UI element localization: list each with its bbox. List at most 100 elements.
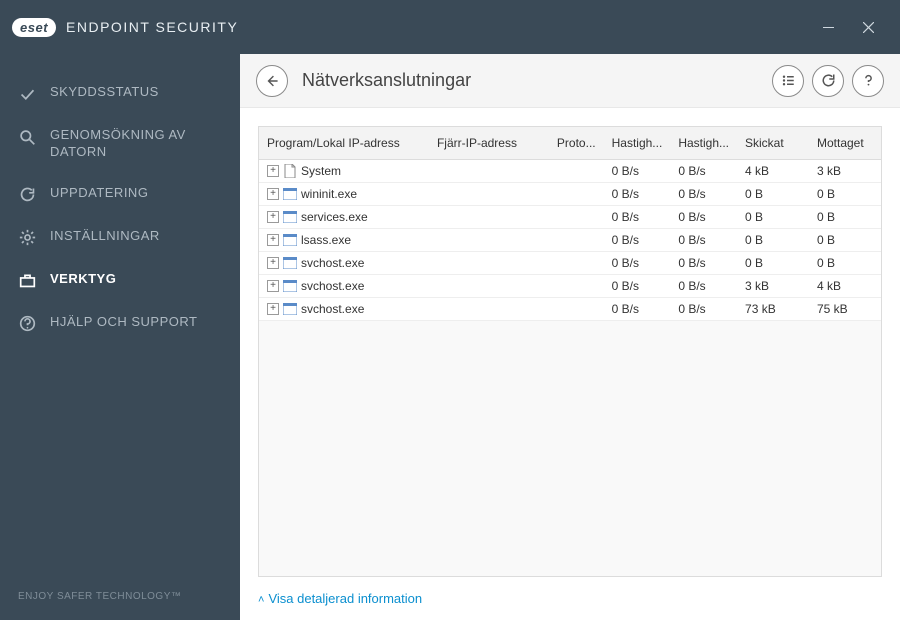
close-icon bbox=[863, 22, 874, 33]
table-row[interactable]: +lsass.exe0 B/s0 B/s0 B0 B bbox=[259, 229, 881, 252]
table-row[interactable]: +services.exe0 B/s0 B/s0 B0 B bbox=[259, 206, 881, 229]
application-icon bbox=[283, 302, 297, 316]
program-name: wininit.exe bbox=[301, 187, 357, 201]
arrow-left-icon bbox=[265, 74, 279, 88]
question-icon bbox=[861, 73, 876, 88]
refresh-icon bbox=[18, 186, 36, 204]
speed-out: 0 B/s bbox=[670, 252, 737, 275]
sidebar-item-label: GENOMSÖKNING AV DATORN bbox=[50, 127, 224, 161]
remote-ip bbox=[429, 183, 549, 206]
view-list-button[interactable] bbox=[772, 65, 804, 97]
remote-ip bbox=[429, 160, 549, 183]
connections-table-wrap: Program/Lokal IP-adress Fjärr-IP-adress … bbox=[258, 126, 882, 577]
sidebar-item-settings[interactable]: INSTÄLLNINGAR bbox=[0, 216, 240, 259]
program-name: svchost.exe bbox=[301, 256, 364, 270]
col-header-received[interactable]: Mottaget bbox=[809, 127, 881, 160]
close-button[interactable] bbox=[848, 11, 888, 43]
expand-toggle[interactable]: + bbox=[267, 165, 279, 177]
speed-in: 0 B/s bbox=[604, 206, 671, 229]
sidebar-tagline: ENJOY SAFER TECHNOLOGY™ bbox=[0, 573, 240, 620]
remote-ip bbox=[429, 229, 549, 252]
program-name: System bbox=[301, 164, 341, 178]
minimize-button[interactable] bbox=[808, 11, 848, 43]
app-body: SKYDDSSTATUS GENOMSÖKNING AV DATORN UPPD… bbox=[0, 54, 900, 620]
col-header-program[interactable]: Program/Lokal IP-adress bbox=[259, 127, 429, 160]
list-icon bbox=[781, 73, 796, 88]
sent: 73 kB bbox=[737, 298, 809, 321]
received: 75 kB bbox=[809, 298, 881, 321]
speed-in: 0 B/s bbox=[604, 160, 671, 183]
document-icon bbox=[283, 164, 297, 178]
main-header: Nätverksanslutningar bbox=[240, 54, 900, 108]
refresh-button[interactable] bbox=[812, 65, 844, 97]
minimize-icon bbox=[823, 22, 834, 33]
application-icon bbox=[283, 256, 297, 270]
check-icon bbox=[18, 85, 36, 103]
speed-out: 0 B/s bbox=[670, 160, 737, 183]
expand-toggle[interactable]: + bbox=[267, 211, 279, 223]
sent: 0 B bbox=[737, 206, 809, 229]
chevron-up-icon: ˄ bbox=[258, 594, 264, 606]
expand-toggle[interactable]: + bbox=[267, 303, 279, 315]
speed-in: 0 B/s bbox=[604, 229, 671, 252]
back-button[interactable] bbox=[256, 65, 288, 97]
protocol bbox=[549, 252, 604, 275]
sent: 0 B bbox=[737, 229, 809, 252]
expand-toggle[interactable]: + bbox=[267, 234, 279, 246]
table-row[interactable]: +System0 B/s0 B/s4 kB3 kB bbox=[259, 160, 881, 183]
sent: 0 B bbox=[737, 252, 809, 275]
speed-in: 0 B/s bbox=[604, 252, 671, 275]
sidebar-item-tools[interactable]: VERKTYG bbox=[0, 259, 240, 302]
received: 3 kB bbox=[809, 160, 881, 183]
sidebar-item-update[interactable]: UPPDATERING bbox=[0, 173, 240, 216]
col-header-remote[interactable]: Fjärr-IP-adress bbox=[429, 127, 549, 160]
remote-ip bbox=[429, 275, 549, 298]
col-header-protocol[interactable]: Proto... bbox=[549, 127, 604, 160]
speed-out: 0 B/s bbox=[670, 275, 737, 298]
sidebar-item-help[interactable]: HJÄLP OCH SUPPORT bbox=[0, 302, 240, 345]
expand-toggle[interactable]: + bbox=[267, 257, 279, 269]
remote-ip bbox=[429, 252, 549, 275]
page-title: Nätverksanslutningar bbox=[302, 70, 471, 91]
program-name: lsass.exe bbox=[301, 233, 351, 247]
expand-toggle[interactable]: + bbox=[267, 280, 279, 292]
program-name: svchost.exe bbox=[301, 302, 364, 316]
sidebar-item-computer-scan[interactable]: GENOMSÖKNING AV DATORN bbox=[0, 115, 240, 173]
table-row[interactable]: +svchost.exe0 B/s0 B/s73 kB75 kB bbox=[259, 298, 881, 321]
received: 0 B bbox=[809, 206, 881, 229]
app-title: ENDPOINT SECURITY bbox=[66, 19, 238, 35]
toolbox-icon bbox=[18, 272, 36, 290]
expand-toggle[interactable]: + bbox=[267, 188, 279, 200]
speed-in: 0 B/s bbox=[604, 298, 671, 321]
refresh-icon bbox=[821, 73, 836, 88]
application-icon bbox=[283, 279, 297, 293]
program-name: services.exe bbox=[301, 210, 368, 224]
col-header-sent[interactable]: Skickat bbox=[737, 127, 809, 160]
sidebar-item-label: SKYDDSSTATUS bbox=[50, 84, 159, 101]
search-icon bbox=[18, 128, 36, 146]
col-header-speed-in[interactable]: Hastigh... bbox=[604, 127, 671, 160]
speed-in: 0 B/s bbox=[604, 275, 671, 298]
detail-toggle-link[interactable]: ˄Visa detaljerad information bbox=[258, 591, 422, 606]
remote-ip bbox=[429, 298, 549, 321]
titlebar: eset ENDPOINT SECURITY bbox=[0, 0, 900, 54]
table-row[interactable]: +svchost.exe0 B/s0 B/s3 kB4 kB bbox=[259, 275, 881, 298]
sidebar-item-protection-status[interactable]: SKYDDSSTATUS bbox=[0, 72, 240, 115]
table-row[interactable]: +wininit.exe0 B/s0 B/s0 B0 B bbox=[259, 183, 881, 206]
footer-row: ˄Visa detaljerad information bbox=[258, 577, 882, 620]
sidebar-item-label: INSTÄLLNINGAR bbox=[50, 228, 160, 245]
speed-out: 0 B/s bbox=[670, 229, 737, 252]
sent: 4 kB bbox=[737, 160, 809, 183]
received: 0 B bbox=[809, 229, 881, 252]
program-name: svchost.exe bbox=[301, 279, 364, 293]
sidebar-item-label: UPPDATERING bbox=[50, 185, 148, 202]
received: 0 B bbox=[809, 183, 881, 206]
application-icon bbox=[283, 233, 297, 247]
table-row[interactable]: +svchost.exe0 B/s0 B/s0 B0 B bbox=[259, 252, 881, 275]
protocol bbox=[549, 229, 604, 252]
remote-ip bbox=[429, 206, 549, 229]
help-button[interactable] bbox=[852, 65, 884, 97]
col-header-speed-out[interactable]: Hastigh... bbox=[670, 127, 737, 160]
protocol bbox=[549, 160, 604, 183]
received: 4 kB bbox=[809, 275, 881, 298]
